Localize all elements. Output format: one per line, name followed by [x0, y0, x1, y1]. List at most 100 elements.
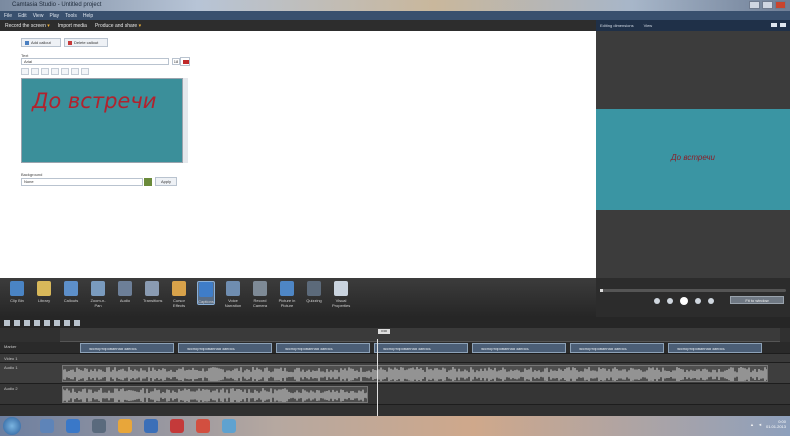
- camtasia-icon[interactable]: [196, 419, 210, 433]
- paste-icon[interactable]: [54, 319, 60, 326]
- zoom-in-icon[interactable]: [74, 319, 80, 326]
- tool-transitions[interactable]: Transitions: [143, 281, 162, 303]
- redo-icon[interactable]: [14, 319, 20, 326]
- waveform: [63, 367, 767, 381]
- tool-audio[interactable]: Audio: [116, 281, 134, 303]
- close-icon[interactable]: [775, 1, 786, 9]
- tool-visual-properties[interactable]: Visual Properties: [332, 281, 350, 308]
- tool-clip-bin[interactable]: Clip Bin: [8, 281, 26, 303]
- font-size-select[interactable]: 18: [172, 58, 180, 65]
- editor-scrollbar[interactable]: [183, 78, 188, 163]
- background-select[interactable]: None: [21, 178, 143, 186]
- seek-handle[interactable]: [600, 289, 603, 292]
- picture-in-picture-icon: [280, 281, 294, 296]
- menu-help[interactable]: Help: [83, 13, 93, 19]
- fill-icon[interactable]: [144, 178, 152, 186]
- start-button[interactable]: [3, 417, 21, 435]
- taskbar: ▲ ◄ 0:00 01.01.2013: [0, 416, 790, 436]
- tool-callouts[interactable]: Callouts: [62, 281, 80, 303]
- clock[interactable]: 0:00 01.01.2013: [766, 419, 786, 429]
- preview-window-controls: [771, 23, 786, 27]
- text-color-button[interactable]: [180, 57, 190, 66]
- menu-play[interactable]: Play: [49, 13, 59, 19]
- seek-bar[interactable]: [600, 289, 786, 292]
- tool-picture-in-picture[interactable]: Picture in Picture: [278, 281, 296, 308]
- tool-voice-narration[interactable]: Voice Narration: [224, 281, 242, 308]
- ie-icon[interactable]: [66, 419, 80, 433]
- apply-button[interactable]: Apply: [155, 177, 177, 186]
- font-select[interactable]: Arial: [21, 58, 169, 65]
- tool-record-camera[interactable]: Record Camera: [251, 281, 269, 308]
- zoom-out-icon[interactable]: [64, 319, 70, 326]
- explorer-icon[interactable]: [40, 419, 54, 433]
- copy-icon[interactable]: [44, 319, 50, 326]
- fullscreen-icon[interactable]: [780, 23, 786, 27]
- editing-dimensions-tab[interactable]: Editing dimensions: [600, 23, 634, 28]
- align-center-icon[interactable]: [61, 68, 69, 75]
- caption-clip[interactable]: экспортированная запись: [374, 343, 468, 353]
- tool-zoom-n-pan[interactable]: Zoom-n-Pan: [89, 281, 107, 308]
- caption-clip[interactable]: экспортированная запись: [570, 343, 664, 353]
- minimize-icon[interactable]: [749, 1, 760, 9]
- audio-clip-1[interactable]: [62, 365, 768, 382]
- fit-to-window-button[interactable]: Fit to window: [730, 296, 784, 304]
- clip-label: экспортированная запись: [481, 346, 529, 351]
- time-ruler[interactable]: 0:00: [60, 328, 780, 342]
- browser-icon[interactable]: [118, 419, 132, 433]
- word-icon[interactable]: [144, 419, 158, 433]
- delete-callout-button[interactable]: Delete callout: [64, 38, 108, 47]
- tool-library[interactable]: Library: [35, 281, 53, 303]
- detach-icon[interactable]: [771, 23, 777, 27]
- underline-icon[interactable]: [41, 68, 49, 75]
- align-right-icon[interactable]: [71, 68, 79, 75]
- tool-cursor-effects[interactable]: Cursor Effects: [170, 281, 188, 308]
- list-icon[interactable]: [81, 68, 89, 75]
- tool-captions[interactable]: Captions: [197, 281, 215, 305]
- add-callout-button[interactable]: Add callout: [21, 38, 61, 47]
- align-left-icon[interactable]: [51, 68, 59, 75]
- import-media-button[interactable]: Import media: [58, 23, 87, 29]
- tool-label: Audio: [119, 298, 131, 303]
- caption-clip[interactable]: экспортированная запись: [472, 343, 566, 353]
- clip-bin-icon: [10, 281, 24, 296]
- track-marker: Marker экспортированная запись экспортиро…: [0, 342, 790, 354]
- italic-icon[interactable]: [31, 68, 39, 75]
- tool-label: Clip Bin: [10, 298, 24, 303]
- app-icon[interactable]: [170, 419, 184, 433]
- volume-icon[interactable]: ◄: [758, 422, 762, 427]
- split-icon[interactable]: [34, 319, 40, 326]
- record-screen-button[interactable]: Record the screen ▾: [5, 23, 50, 29]
- track-label: Audio 1: [4, 365, 18, 370]
- view-tab[interactable]: View: [644, 23, 653, 28]
- previous-icon[interactable]: [654, 298, 660, 304]
- network-icon[interactable]: ▲: [750, 422, 754, 427]
- caption-clip[interactable]: экспортированная запись: [276, 343, 370, 353]
- rewind-icon[interactable]: [667, 298, 673, 304]
- caption-clip[interactable]: экспортированная запись: [80, 343, 174, 353]
- play-icon[interactable]: [680, 297, 688, 305]
- menu-tools[interactable]: Tools: [65, 13, 77, 19]
- callout-text-editor[interactable]: До встречи: [21, 78, 183, 163]
- cut-icon[interactable]: [24, 319, 30, 326]
- fast-forward-icon[interactable]: [695, 298, 701, 304]
- task-toolbar: Clip Bin Library Callouts Zoom-n-Pan Audio Tr…: [0, 278, 596, 317]
- undo-icon[interactable]: [4, 319, 10, 326]
- preview-canvas[interactable]: До встречи: [596, 109, 790, 210]
- menu-view[interactable]: View: [33, 13, 44, 19]
- record-camera-icon: [253, 281, 267, 296]
- transitions-icon: [145, 281, 159, 296]
- next-icon[interactable]: [708, 298, 714, 304]
- bold-icon[interactable]: [21, 68, 29, 75]
- menu-edit[interactable]: Edit: [18, 13, 27, 19]
- audio-clip-2[interactable]: [62, 386, 368, 403]
- produce-share-button[interactable]: Produce and share ▾: [95, 23, 141, 29]
- tool-quizzing[interactable]: Quizzing: [305, 281, 323, 303]
- timeline: 0:00 Marker экспортированная запись экспо…: [0, 317, 790, 416]
- caption-clip[interactable]: экспортированная запись: [178, 343, 272, 353]
- paint-icon[interactable]: [222, 419, 236, 433]
- media-icon[interactable]: [92, 419, 106, 433]
- playhead[interactable]: [377, 339, 378, 416]
- caption-clip[interactable]: экспортированная запись: [668, 343, 762, 353]
- maximize-icon[interactable]: [762, 1, 773, 9]
- menu-file[interactable]: File: [4, 13, 12, 19]
